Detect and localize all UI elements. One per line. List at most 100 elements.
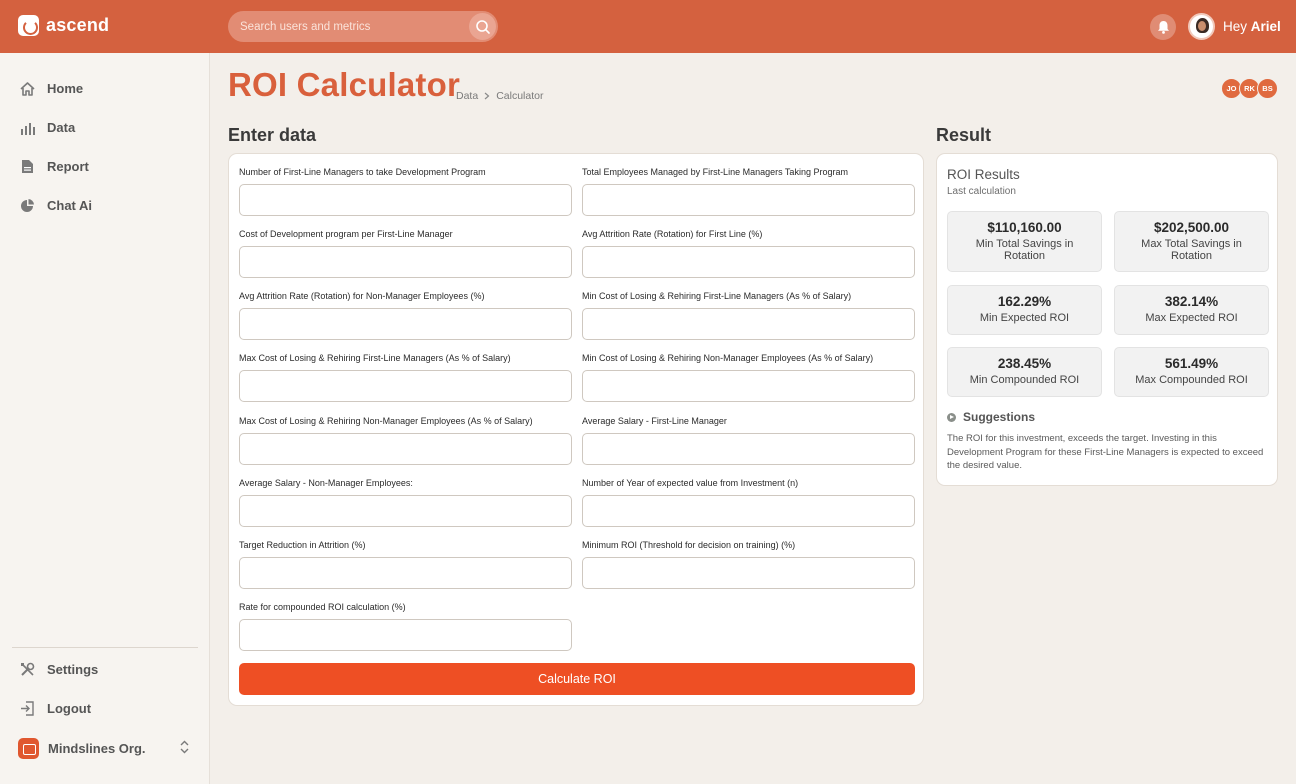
search-bar [228, 11, 498, 42]
collaborator-avatars: JO RK BS [1221, 78, 1278, 99]
notifications-button[interactable] [1150, 14, 1176, 40]
greeting-prefix: Hey [1223, 19, 1248, 34]
tools-icon [20, 662, 35, 677]
result-value: 382.14% [1164, 294, 1219, 309]
field-avg-salary-non-manager: Average Salary - Non-Manager Employees: [239, 478, 572, 527]
result-tile-max-savings: $202,500.00 Max Total Savings in Rotatio… [1114, 211, 1269, 272]
sidebar-item-settings[interactable]: Settings [20, 662, 98, 677]
avg-salary-first-line-input[interactable] [582, 433, 915, 465]
field-label: Max Cost of Losing & Rehiring First-Line… [239, 353, 511, 363]
breadcrumb-item-calculator: Calculator [496, 90, 544, 102]
sidebar-item-label: Logout [47, 701, 92, 716]
field-attrition-non-manager: Avg Attrition Rate (Rotation) for Non-Ma… [239, 291, 572, 340]
min-cost-non-manager-input[interactable] [582, 370, 915, 402]
user-name: Ariel [1250, 19, 1281, 34]
field-label: Average Salary - First-Line Manager [582, 416, 727, 426]
result-label: Min Total Savings in Rotation [975, 238, 1074, 262]
collaborator-avatar[interactable]: BS [1257, 78, 1278, 99]
result-tile-max-compounded-roi: 561.49% Max Compounded ROI [1114, 347, 1269, 397]
field-max-cost-first-line: Max Cost of Losing & Rehiring First-Line… [239, 353, 572, 402]
field-min-cost-non-manager: Min Cost of Losing & Rehiring Non-Manage… [582, 353, 915, 402]
field-label: Cost of Development program per First-Li… [239, 229, 453, 239]
result-value: $202,500.00 [1153, 220, 1230, 235]
result-label: Min Compounded ROI [969, 374, 1080, 386]
sidebar-item-logout[interactable]: Logout [20, 701, 91, 716]
attrition-first-line-input[interactable] [582, 246, 915, 278]
document-icon [20, 159, 35, 174]
enter-data-heading: Enter data [228, 125, 317, 145]
results-subtitle: Last calculation [947, 186, 1016, 197]
result-tile-min-compounded-roi: 238.45% Min Compounded ROI [947, 347, 1102, 397]
result-label: Max Total Savings in Rotation [1141, 238, 1242, 262]
max-cost-non-manager-input[interactable] [239, 433, 572, 465]
field-attrition-first-line: Avg Attrition Rate (Rotation) for First … [582, 229, 915, 278]
field-max-cost-non-manager: Max Cost of Losing & Rehiring Non-Manage… [239, 416, 572, 465]
sidebar-item-report[interactable]: Report [20, 159, 89, 174]
years-expected-value-input[interactable] [582, 495, 915, 527]
results-title: ROI Results [947, 167, 1020, 182]
minimum-roi-input[interactable] [582, 557, 915, 589]
first-line-managers-count-input[interactable] [239, 184, 572, 216]
search-input[interactable] [228, 20, 458, 33]
result-label: Max Compounded ROI [1135, 374, 1248, 386]
result-value: 162.29% [997, 294, 1052, 309]
min-cost-first-line-input[interactable] [582, 308, 915, 340]
ascend-logo-icon [18, 15, 39, 36]
result-label: Max Expected ROI [1145, 312, 1238, 324]
field-label: Min Cost of Losing & Rehiring Non-Manage… [582, 353, 874, 363]
brand[interactable]: ascend [18, 15, 109, 36]
field-total-employees-managed: Total Employees Managed by First-Line Ma… [582, 167, 915, 216]
search-button[interactable] [469, 13, 496, 40]
org-switcher[interactable]: Mindslines Org. [18, 737, 190, 759]
sidebar-item-label: Home [47, 81, 84, 96]
sidebar-item-label: Report [47, 159, 89, 174]
sidebar-item-chat-ai[interactable]: Chat Ai [20, 198, 92, 213]
field-label: Min Cost of Losing & Rehiring First-Line… [582, 291, 852, 301]
result-tile-max-expected-roi: 382.14% Max Expected ROI [1114, 285, 1269, 335]
field-label: Max Cost of Losing & Rehiring Non-Manage… [239, 416, 533, 426]
target-reduction-input[interactable] [239, 557, 572, 589]
sidebar-item-data[interactable]: Data [20, 120, 75, 135]
max-cost-first-line-input[interactable] [239, 370, 572, 402]
org-name: Mindslines Org. [48, 740, 146, 756]
result-heading: Result [936, 125, 992, 145]
field-label: Avg Attrition Rate (Rotation) for First … [582, 229, 763, 239]
result-value: 238.45% [997, 356, 1052, 371]
result-value: 561.49% [1164, 356, 1219, 371]
logout-icon [20, 701, 35, 716]
field-label: Rate for compounded ROI calculation (%) [239, 602, 406, 612]
breadcrumb-item-data[interactable]: Data [456, 90, 478, 102]
sidebar-item-home[interactable]: Home [20, 81, 83, 96]
calculate-roi-button[interactable]: Calculate ROI [239, 663, 915, 695]
play-circle-icon [947, 412, 956, 422]
field-avg-salary-first-line: Average Salary - First-Line Manager [582, 416, 915, 465]
home-icon [20, 81, 35, 96]
user-avatar[interactable] [1188, 13, 1215, 40]
bar-chart-icon [20, 120, 35, 135]
compounded-rate-input[interactable] [239, 619, 572, 651]
roi-form: Number of First-Line Managers to take De… [228, 153, 924, 706]
roi-results-card: ROI Results Last calculation $110,160.00… [936, 153, 1278, 486]
page-title: ROI Calculator [228, 66, 461, 103]
bell-icon [1157, 21, 1169, 34]
top-bar: ascend Hey Ariel [0, 0, 1296, 53]
total-employees-managed-input[interactable] [582, 184, 915, 216]
field-label: Total Employees Managed by First-Line Ma… [582, 167, 848, 177]
suggestions-title: Suggestions [963, 410, 1036, 424]
program-cost-input[interactable] [239, 246, 572, 278]
chevron-right-icon [484, 92, 490, 100]
user-greeting[interactable]: Hey Ariel [1223, 19, 1281, 34]
field-minimum-roi: Minimum ROI (Threshold for decision on t… [582, 540, 915, 589]
attrition-non-manager-input[interactable] [239, 308, 572, 340]
sidebar-item-label: Chat Ai [47, 198, 93, 213]
field-compounded-rate: Rate for compounded ROI calculation (%) [239, 602, 572, 651]
chevron-up-down-icon [180, 740, 189, 754]
breadcrumb: Data Calculator [456, 90, 543, 102]
field-label: Minimum ROI (Threshold for decision on t… [582, 540, 796, 550]
field-label: Number of Year of expected value from In… [582, 478, 799, 488]
sidebar-divider [12, 647, 198, 648]
field-program-cost: Cost of Development program per First-Li… [239, 229, 572, 278]
avg-salary-non-manager-input[interactable] [239, 495, 572, 527]
field-label: Average Salary - Non-Manager Employees: [239, 478, 413, 488]
field-min-cost-first-line: Min Cost of Losing & Rehiring First-Line… [582, 291, 915, 340]
